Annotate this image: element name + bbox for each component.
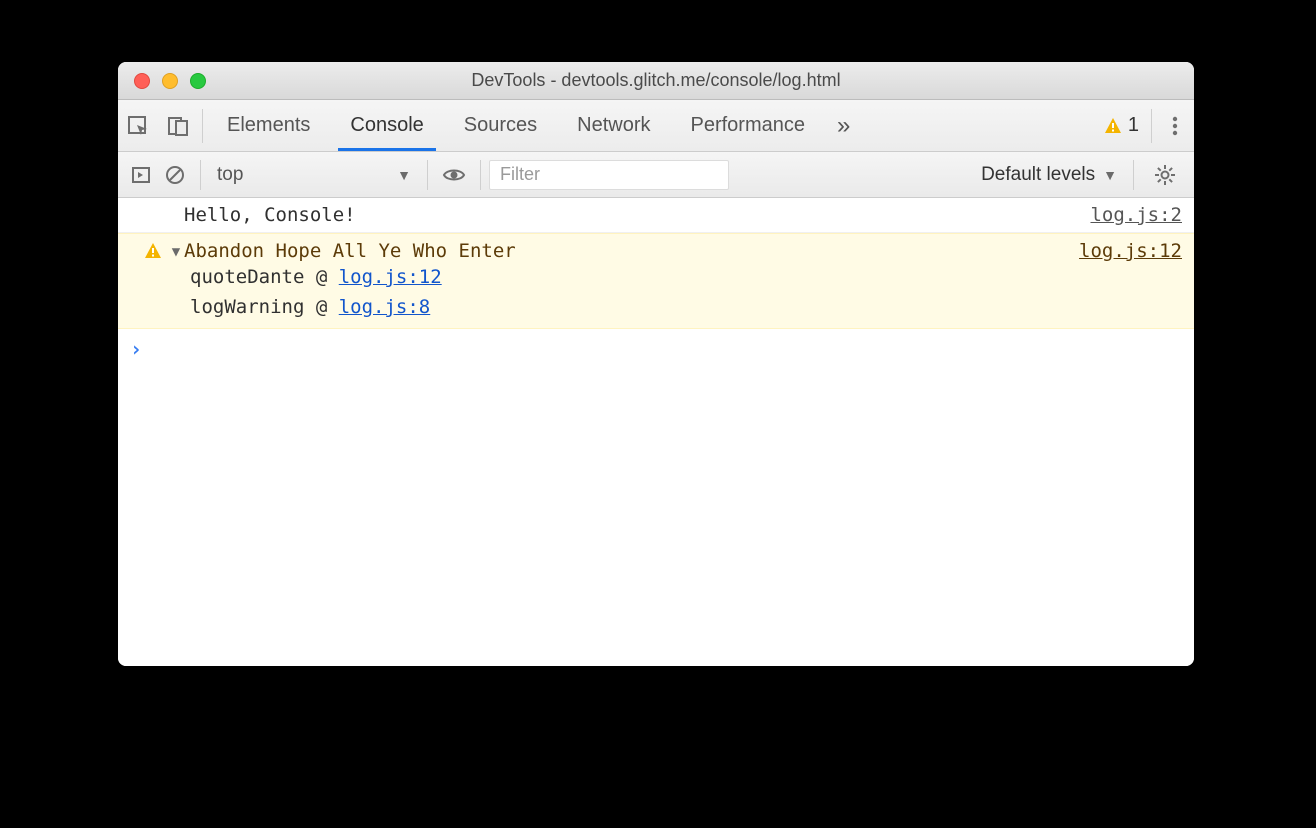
log-entry-warning[interactable]: ▼ Abandon Hope All Ye Who Enter quoteDan… — [118, 233, 1194, 329]
console-toolbar: top ▼ Filter Default levels ▼ — [118, 152, 1194, 198]
tab-label: Network — [577, 114, 650, 137]
console-output: Hello, Console! log.js:2 ▼ Abandon Hope … — [118, 198, 1194, 666]
separator — [1133, 160, 1134, 190]
tab-console[interactable]: Console — [330, 100, 443, 151]
titlebar: DevTools - devtools.glitch.me/console/lo… — [118, 62, 1194, 100]
live-expression-icon[interactable] — [436, 163, 472, 187]
log-message: Hello, Console! — [184, 204, 356, 226]
log-entry[interactable]: Hello, Console! log.js:2 — [118, 198, 1194, 233]
log-gutter — [124, 204, 168, 206]
devtools-window: DevTools - devtools.glitch.me/console/lo… — [118, 62, 1194, 666]
stack-frame: logWarning @ log.js:8 — [190, 292, 1067, 322]
separator — [427, 160, 428, 190]
toggle-sidebar-icon[interactable] — [124, 149, 158, 201]
tab-label: Elements — [227, 114, 310, 137]
separator — [1151, 109, 1152, 143]
stack-source-link[interactable]: log.js:8 — [339, 296, 431, 318]
tab-label: Performance — [691, 114, 806, 137]
stack-trace: quoteDante @ log.js:12 logWarning @ log.… — [184, 262, 1067, 322]
devtools-tabs: Elements Console Sources Network Perform… — [118, 100, 1194, 152]
warning-icon — [144, 242, 162, 260]
tab-sources[interactable]: Sources — [444, 100, 557, 151]
inspect-element-icon[interactable] — [118, 100, 158, 152]
filter-placeholder: Filter — [500, 164, 540, 185]
chevron-down-icon: ▼ — [397, 167, 411, 183]
stack-frame: quoteDante @ log.js:12 — [190, 262, 1067, 292]
console-settings-icon[interactable] — [1142, 164, 1188, 186]
tab-performance[interactable]: Performance — [671, 100, 826, 151]
separator — [480, 160, 481, 190]
warning-count-badge[interactable]: 1 — [1104, 114, 1147, 137]
log-source-link[interactable]: log.js:2 — [1078, 204, 1182, 226]
tab-label: Console — [350, 114, 423, 137]
clear-console-icon[interactable] — [158, 149, 192, 201]
zoom-icon[interactable] — [190, 73, 206, 89]
levels-label: Default levels — [981, 164, 1095, 186]
separator — [200, 160, 201, 190]
log-body: Hello, Console! — [184, 204, 1078, 226]
log-body: Abandon Hope All Ye Who Enter quoteDante… — [184, 240, 1067, 322]
disclosure-spacer — [168, 204, 184, 208]
stack-fn: logWarning — [190, 296, 304, 318]
separator — [202, 109, 203, 143]
disclosure-triangle-icon[interactable]: ▼ — [168, 240, 184, 260]
tab-network[interactable]: Network — [557, 100, 670, 151]
chevron-down-icon: ▼ — [1103, 167, 1117, 183]
context-label: top — [217, 164, 243, 186]
warning-icon — [1104, 117, 1122, 135]
more-options-icon[interactable] — [1156, 115, 1194, 137]
execution-context-selector[interactable]: top ▼ — [209, 162, 419, 188]
minimize-icon[interactable] — [162, 73, 178, 89]
tab-list: Elements Console Sources Network Perform… — [207, 100, 825, 151]
console-prompt[interactable]: › — [118, 329, 1194, 369]
traffic-lights — [118, 73, 206, 89]
window-title: DevTools - devtools.glitch.me/console/lo… — [118, 70, 1194, 91]
warning-count: 1 — [1128, 114, 1139, 137]
prompt-caret-icon: › — [130, 337, 152, 361]
log-levels-selector[interactable]: Default levels ▼ — [973, 164, 1125, 186]
log-source-link[interactable]: log.js:12 — [1067, 240, 1182, 262]
log-message: Abandon Hope All Ye Who Enter — [184, 240, 516, 262]
tab-label: Sources — [464, 114, 537, 137]
device-toolbar-icon[interactable] — [158, 100, 198, 152]
tab-elements[interactable]: Elements — [207, 100, 330, 151]
filter-input[interactable]: Filter — [489, 160, 729, 190]
tabs-overflow-icon[interactable]: » — [825, 112, 862, 140]
stack-fn: quoteDante — [190, 266, 304, 288]
stack-source-link[interactable]: log.js:12 — [339, 266, 442, 288]
log-gutter — [124, 240, 168, 260]
close-icon[interactable] — [134, 73, 150, 89]
